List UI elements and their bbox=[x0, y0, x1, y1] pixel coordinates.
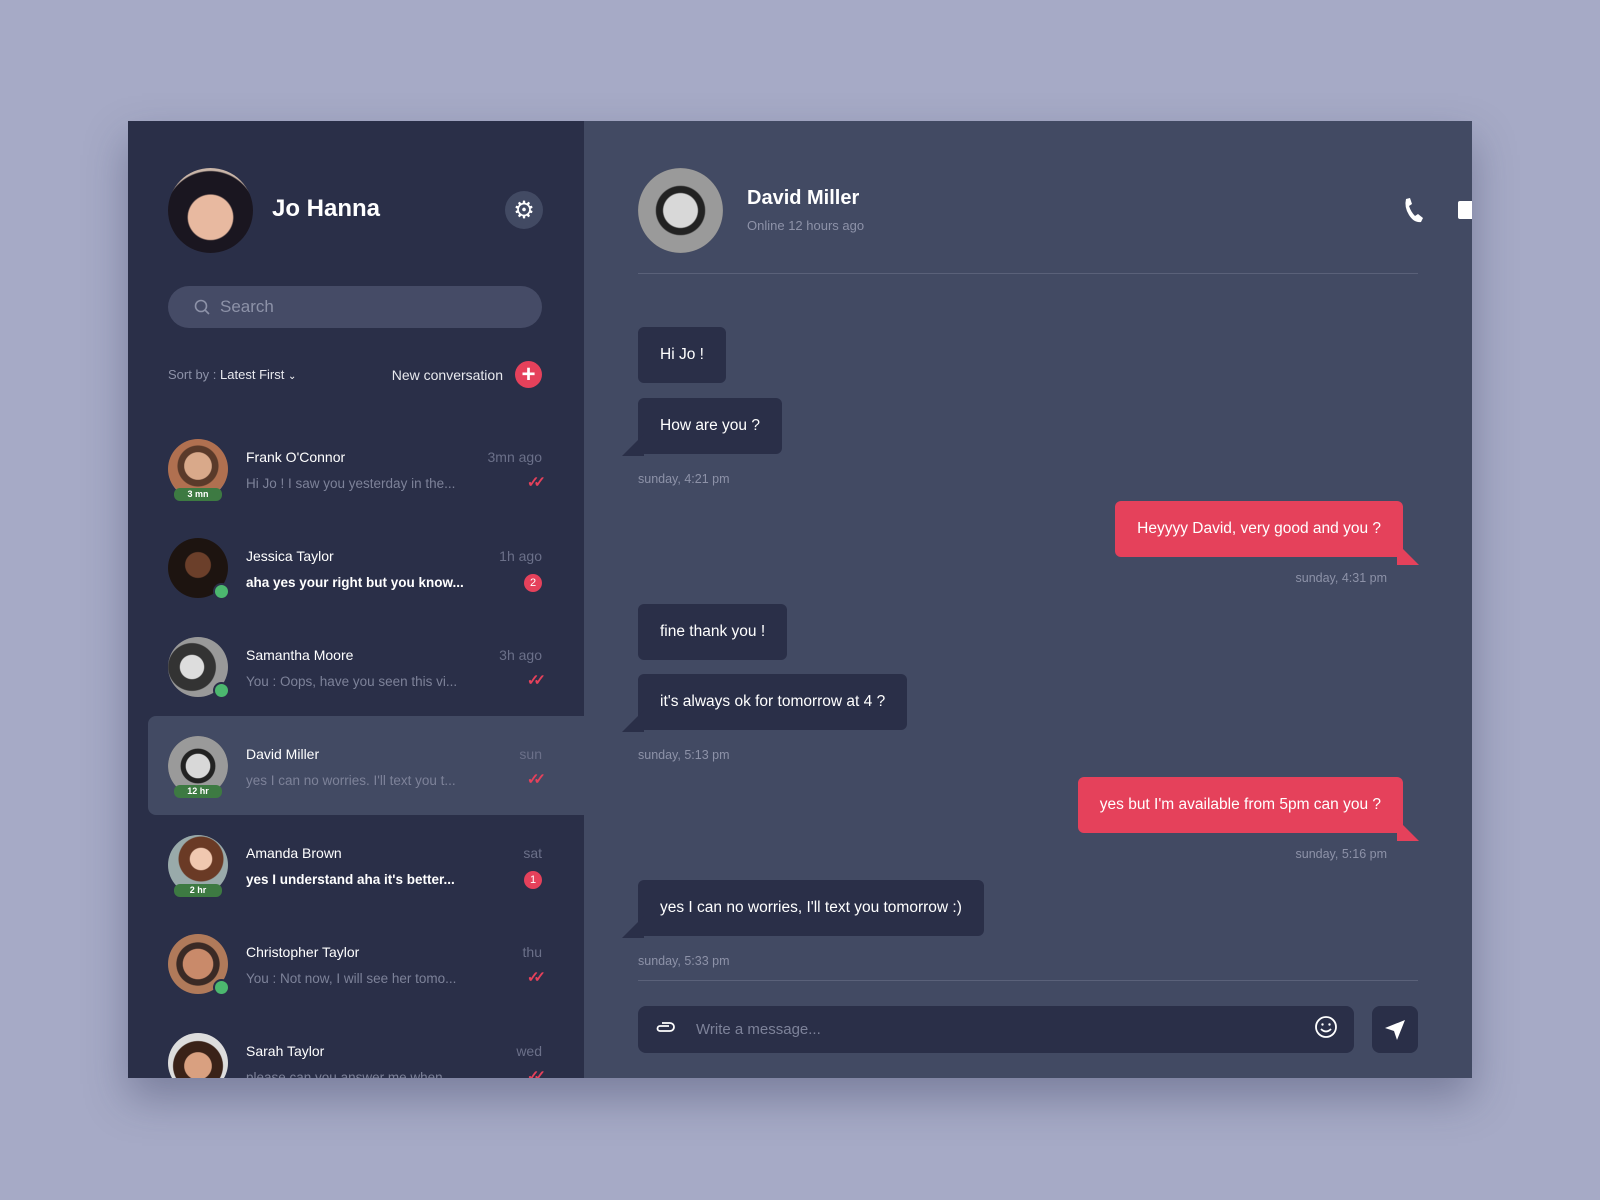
online-indicator bbox=[213, 583, 230, 600]
gear-icon[interactable]: ⚙ bbox=[505, 191, 543, 229]
message-preview: You : Oops, have you seen this vi... bbox=[246, 674, 458, 689]
header-divider bbox=[638, 273, 1418, 274]
incoming-message: Hi Jo ! bbox=[638, 327, 726, 383]
contact-name: David Miller bbox=[747, 187, 860, 209]
conversation-item[interactable]: Christopher Taylor You : Not now, I will … bbox=[128, 914, 584, 1013]
contact-name: Samantha Moore bbox=[246, 647, 354, 663]
last-seen-tag: 12 hr bbox=[174, 785, 222, 798]
send-button[interactable] bbox=[1372, 1006, 1418, 1053]
send-icon bbox=[1385, 1019, 1405, 1040]
conversation-item[interactable]: Samantha Moore You : Oops, have you seen … bbox=[128, 617, 584, 716]
message-timestamp: sunday, 5:33 pm bbox=[638, 954, 730, 968]
message-time: 3h ago bbox=[499, 647, 542, 663]
outgoing-message: Heyyyy David, very good and you ? bbox=[1115, 501, 1419, 565]
sort-dropdown[interactable]: Sort by : Latest First ⌄ bbox=[168, 367, 296, 382]
message-time: 3mn ago bbox=[487, 449, 542, 465]
unread-badge: 2 bbox=[524, 574, 542, 592]
chevron-down-icon: ⌄ bbox=[287, 371, 297, 382]
message-time: wed bbox=[516, 1043, 542, 1059]
plus-icon: + bbox=[515, 361, 542, 388]
new-conversation-button[interactable]: New conversation + bbox=[392, 361, 542, 388]
message-time: sat bbox=[523, 845, 542, 861]
conversation-item[interactable]: 3 mn Frank O'Connor Hi Jo ! I saw you yest… bbox=[128, 419, 584, 518]
incoming-message: fine thank you ! bbox=[638, 604, 788, 660]
message-time: sun bbox=[519, 746, 542, 762]
user-avatar[interactable] bbox=[168, 168, 253, 253]
message-preview: yes I can no worries. I'll text you t... bbox=[246, 773, 456, 788]
contact-name: Frank O'Connor bbox=[246, 449, 346, 465]
contact-name: Amanda Brown bbox=[246, 845, 342, 861]
outgoing-message: yes but I'm available from 5pm can you ? bbox=[1077, 777, 1420, 841]
contact-name: Christopher Taylor bbox=[246, 944, 360, 960]
incoming-message: How are you ? bbox=[638, 398, 782, 454]
message-timestamp: sunday, 5:16 pm bbox=[1295, 847, 1388, 861]
message-preview: You : Not now, I will see her tomo... bbox=[246, 971, 457, 986]
double-check-icon: ✓✓ bbox=[526, 771, 546, 788]
message-time: 1h ago bbox=[499, 548, 542, 564]
messenger-window: Jo Hanna ⚙ Sort by : Latest First ⌄ New … bbox=[128, 121, 1472, 1078]
message-preview: yes I understand aha it's better... bbox=[246, 872, 455, 887]
new-conversation-label: New conversation bbox=[391, 366, 503, 383]
message-time: thu bbox=[522, 944, 542, 960]
incoming-message: it's always ok for tomorrow at 4 ? bbox=[638, 674, 908, 730]
sort-value: Latest First bbox=[220, 367, 285, 382]
search-bar[interactable] bbox=[168, 286, 542, 328]
contact-name: David Miller bbox=[246, 746, 320, 762]
message-preview: aha yes your right but you know... bbox=[246, 575, 464, 590]
contact-name: Jessica Taylor bbox=[246, 548, 334, 564]
user-name: Jo Hanna bbox=[272, 195, 381, 222]
search-input[interactable] bbox=[220, 297, 520, 317]
contact-avatar: 3 mn bbox=[168, 439, 228, 501]
double-check-icon: ✓✓ bbox=[526, 1068, 546, 1078]
contact-avatar bbox=[168, 637, 230, 699]
message-timestamp: sunday, 5:13 pm bbox=[638, 748, 730, 762]
contact-avatar bbox=[168, 1033, 228, 1078]
chat-panel: David Miller Online 12 hours ago Hi Jo !… bbox=[584, 121, 1472, 1078]
contact-avatar: 2 hr bbox=[168, 835, 228, 897]
paperclip-icon[interactable] bbox=[654, 1020, 676, 1039]
last-seen-tag: 2 hr bbox=[174, 884, 222, 897]
conversation-item[interactable]: 2 hr Amanda Brown yes I understand aha it'… bbox=[128, 815, 584, 914]
contact-avatar bbox=[168, 934, 230, 996]
message-input[interactable] bbox=[696, 1021, 1314, 1038]
conversation-item[interactable]: 12 hr David Miller yes I can no worries. I… bbox=[148, 716, 584, 815]
message-preview: please can you answer me when... bbox=[246, 1070, 454, 1078]
contact-status: Online 12 hours ago bbox=[747, 218, 865, 233]
contact-avatar: 12 hr bbox=[168, 736, 228, 798]
composer-divider bbox=[638, 980, 1418, 981]
online-indicator bbox=[213, 979, 230, 996]
double-check-icon: ✓✓ bbox=[526, 672, 546, 689]
online-indicator bbox=[213, 682, 230, 699]
contact-avatar[interactable] bbox=[638, 168, 723, 253]
video-camera-icon[interactable] bbox=[1458, 195, 1472, 225]
phone-icon[interactable] bbox=[1398, 195, 1428, 225]
search-icon bbox=[194, 299, 210, 315]
sort-label: Sort by : bbox=[168, 367, 217, 382]
message-composer[interactable] bbox=[638, 1006, 1354, 1053]
double-check-icon: ✓✓ bbox=[526, 474, 546, 491]
conversation-item[interactable]: Jessica Taylor aha yes your right but you… bbox=[128, 518, 584, 617]
contact-avatar bbox=[168, 538, 230, 600]
message-timestamp: sunday, 4:21 pm bbox=[638, 472, 730, 486]
incoming-message: yes I can no worries, I'll text you tomo… bbox=[638, 880, 984, 936]
sidebar: Jo Hanna ⚙ Sort by : Latest First ⌄ New … bbox=[128, 121, 584, 1078]
last-seen-tag: 3 mn bbox=[174, 488, 222, 501]
unread-badge: 1 bbox=[524, 871, 542, 889]
message-timestamp: sunday, 4:31 pm bbox=[1295, 571, 1388, 585]
conversation-item[interactable]: Sarah Taylor please can you answer me whe… bbox=[128, 1013, 584, 1078]
smiley-icon[interactable] bbox=[1314, 1015, 1338, 1044]
message-preview: Hi Jo ! I saw you yesterday in the... bbox=[246, 476, 456, 491]
contact-name: Sarah Taylor bbox=[246, 1043, 325, 1059]
double-check-icon: ✓✓ bbox=[526, 969, 546, 986]
